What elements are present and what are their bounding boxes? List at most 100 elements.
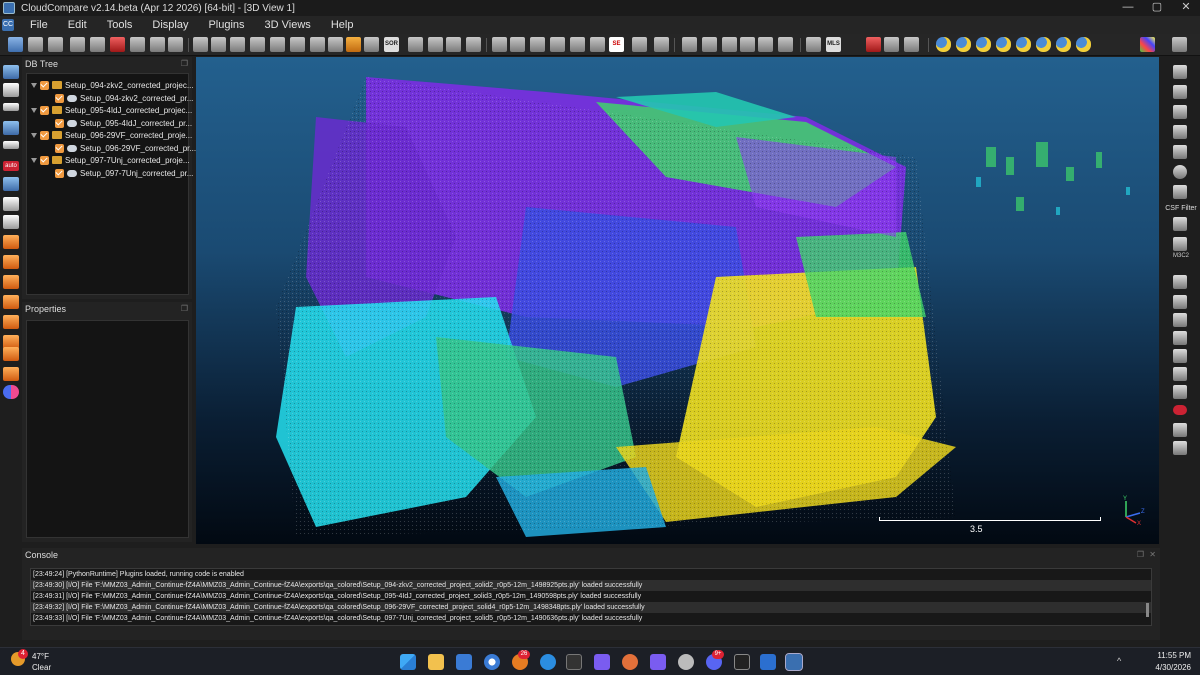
sphere-icon[interactable]	[758, 37, 773, 52]
python-script-icon[interactable]	[936, 37, 951, 52]
stats-icon[interactable]	[550, 37, 565, 52]
shape-icon[interactable]	[1173, 349, 1187, 363]
normals-icon[interactable]	[290, 37, 305, 52]
label-icon[interactable]	[530, 37, 545, 52]
compass-tool-icon[interactable]	[1173, 165, 1187, 179]
expand-arrow-icon[interactable]	[31, 107, 37, 113]
ruler-icon[interactable]	[740, 37, 755, 52]
fire-icon[interactable]	[346, 37, 361, 52]
camera-icon[interactable]	[3, 83, 19, 97]
menu-display[interactable]: Display	[142, 19, 198, 31]
box-icon[interactable]	[3, 177, 19, 191]
pivot-icon[interactable]	[3, 103, 19, 111]
tree-folder-node[interactable]: Setup_095-4IdJ_corrected_projec...	[31, 104, 192, 116]
sor-filter-icon[interactable]: SOR	[384, 37, 399, 52]
hand-icon[interactable]	[904, 37, 919, 52]
fit-icon[interactable]	[1173, 313, 1187, 327]
visibility-checkbox[interactable]	[55, 143, 64, 153]
visibility-checkbox[interactable]	[40, 80, 49, 90]
remote-desktop-icon[interactable]	[760, 654, 776, 670]
shield-icon[interactable]	[211, 37, 226, 52]
canupo-icon[interactable]	[654, 37, 669, 52]
n-tool-icon[interactable]	[1173, 217, 1187, 231]
se-plugin-icon[interactable]: SE	[609, 37, 624, 52]
subsample-icon[interactable]	[310, 37, 325, 52]
settings-icon[interactable]	[70, 37, 85, 52]
shield-2-icon[interactable]	[1173, 275, 1187, 289]
visibility-checkbox[interactable]	[40, 105, 49, 115]
checker-icon[interactable]	[364, 37, 379, 52]
view-left-icon[interactable]	[3, 275, 19, 289]
tree-folder-node[interactable]: Setup_096-29VF_corrected_proje...	[31, 129, 192, 141]
window-maximize-button[interactable]: ▢	[1143, 0, 1171, 16]
m3c2-icon[interactable]: MLS	[826, 37, 841, 52]
csf-filter-label[interactable]: CSF Filter	[1163, 205, 1199, 212]
globe-icon[interactable]	[230, 37, 245, 52]
hull-icon[interactable]	[1173, 331, 1187, 345]
tree-folder-node[interactable]: Setup_094-zkv2_corrected_projec...	[31, 79, 194, 91]
auto-pick-icon[interactable]: auto	[3, 161, 19, 171]
menu-help[interactable]: Help	[321, 19, 364, 31]
grid-icon[interactable]	[270, 37, 285, 52]
monitor-icon[interactable]	[3, 65, 19, 79]
sphere-tool-icon[interactable]	[1173, 237, 1187, 251]
visibility-checkbox[interactable]	[55, 93, 64, 103]
clock-date[interactable]: 4/30/2026	[1143, 663, 1191, 672]
open-icon[interactable]	[8, 37, 23, 52]
clone-icon[interactable]	[48, 37, 63, 52]
3d-view[interactable]: 3.5 Y Z X	[196, 57, 1159, 544]
plane-icon[interactable]	[446, 37, 461, 52]
python-script-7-icon[interactable]	[1056, 37, 1071, 52]
window-minimize-button[interactable]: —	[1114, 0, 1142, 16]
cloud-plugin-icon[interactable]	[682, 37, 697, 52]
weather-condition[interactable]: Clear	[32, 663, 51, 672]
brush-tool-icon[interactable]	[1173, 145, 1187, 159]
start-windows-icon[interactable]	[400, 654, 416, 670]
pan-icon[interactable]	[3, 197, 19, 211]
python-script-2-icon[interactable]	[956, 37, 971, 52]
visibility-checkbox[interactable]	[55, 168, 64, 178]
view-iso-1-icon[interactable]	[3, 347, 19, 361]
segment-icon[interactable]	[466, 37, 481, 52]
export-icon[interactable]	[150, 37, 165, 52]
view-top-icon[interactable]	[3, 255, 19, 269]
menu-plugins[interactable]: Plugins	[198, 19, 254, 31]
layers-icon[interactable]	[1173, 385, 1187, 399]
cloud-plugin-2-icon[interactable]	[702, 37, 717, 52]
crosshair-icon[interactable]	[3, 141, 19, 149]
color-scale-icon[interactable]	[1140, 37, 1155, 52]
document-icon[interactable]	[722, 37, 737, 52]
zoom-icon[interactable]	[3, 215, 19, 229]
tree-cloud-node[interactable]: Setup_097-7Unj_corrected_pr...	[55, 167, 193, 179]
chart-plugin-icon[interactable]	[778, 37, 793, 52]
view-back-icon[interactable]	[3, 295, 19, 309]
plus-icon[interactable]	[570, 37, 585, 52]
menu-edit[interactable]: Edit	[58, 19, 97, 31]
expand-icon[interactable]	[1173, 65, 1187, 79]
rotate-icon[interactable]	[3, 121, 19, 135]
cloudcompare-taskbar-icon[interactable]	[785, 653, 803, 671]
delete-icon[interactable]	[168, 37, 183, 52]
console-log[interactable]: [23:49:24] [PythonRuntime] Plugins loade…	[30, 568, 1152, 626]
wand-icon[interactable]	[806, 37, 821, 52]
tree-cloud-node[interactable]: Setup_096-29VF_corrected_pr...	[55, 142, 196, 154]
crop-icon[interactable]	[130, 37, 145, 52]
tradingview-icon[interactable]	[734, 654, 750, 670]
file-explorer-icon[interactable]	[428, 654, 444, 670]
panel-close-icon[interactable]: ✕	[1149, 548, 1156, 562]
menu-file[interactable]: File	[20, 19, 58, 31]
python-script-6-icon[interactable]	[1036, 37, 1051, 52]
cut-icon[interactable]	[884, 37, 899, 52]
menu-3d-views[interactable]: 3D Views	[255, 19, 321, 31]
print-icon[interactable]	[1173, 423, 1187, 437]
python-script-4-icon[interactable]	[996, 37, 1011, 52]
python-script-3-icon[interactable]	[976, 37, 991, 52]
visibility-checkbox[interactable]	[55, 118, 64, 128]
app-triangle-icon[interactable]	[594, 654, 610, 670]
python-script-8-icon[interactable]	[1076, 37, 1091, 52]
triangle-icon[interactable]	[1173, 441, 1187, 455]
bin-icon[interactable]	[1173, 125, 1187, 139]
cube-icon[interactable]	[1173, 295, 1187, 309]
color-icon[interactable]	[328, 37, 343, 52]
view-front-icon[interactable]	[3, 235, 19, 249]
